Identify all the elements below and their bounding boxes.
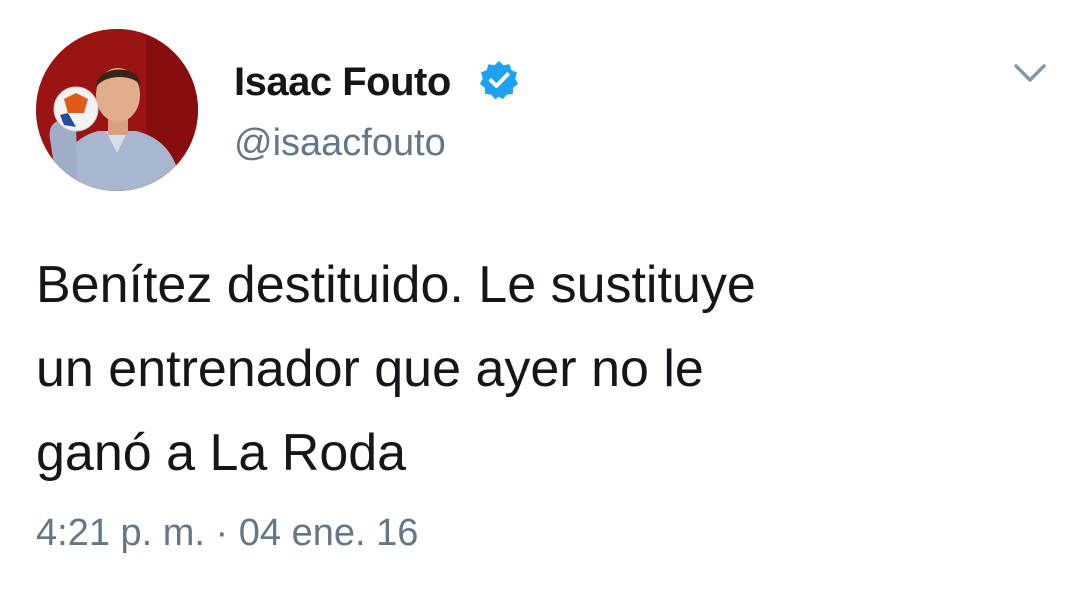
tweet-text: Benítez destituido. Le sustituye un entr… (36, 243, 1046, 495)
avatar-photo (36, 29, 198, 191)
verified-badge-icon (480, 61, 518, 100)
tweet-card: Isaac Fouto @isaacfouto Benítez destitui… (0, 0, 1079, 594)
chevron-down-icon[interactable] (1012, 60, 1048, 86)
user-handle[interactable]: @isaacfouto (234, 119, 446, 167)
tweet-text-line: Benítez destituido. Le sustituye (36, 256, 756, 314)
display-name[interactable]: Isaac Fouto (234, 58, 451, 106)
tweet-text-line: ganó a La Roda (36, 424, 407, 482)
tweet-timestamp[interactable]: 4:21 p. m. · 04 ene. 16 (36, 509, 418, 557)
tweet-text-line: un entrenador que ayer no le (36, 340, 704, 398)
avatar[interactable] (36, 29, 198, 191)
